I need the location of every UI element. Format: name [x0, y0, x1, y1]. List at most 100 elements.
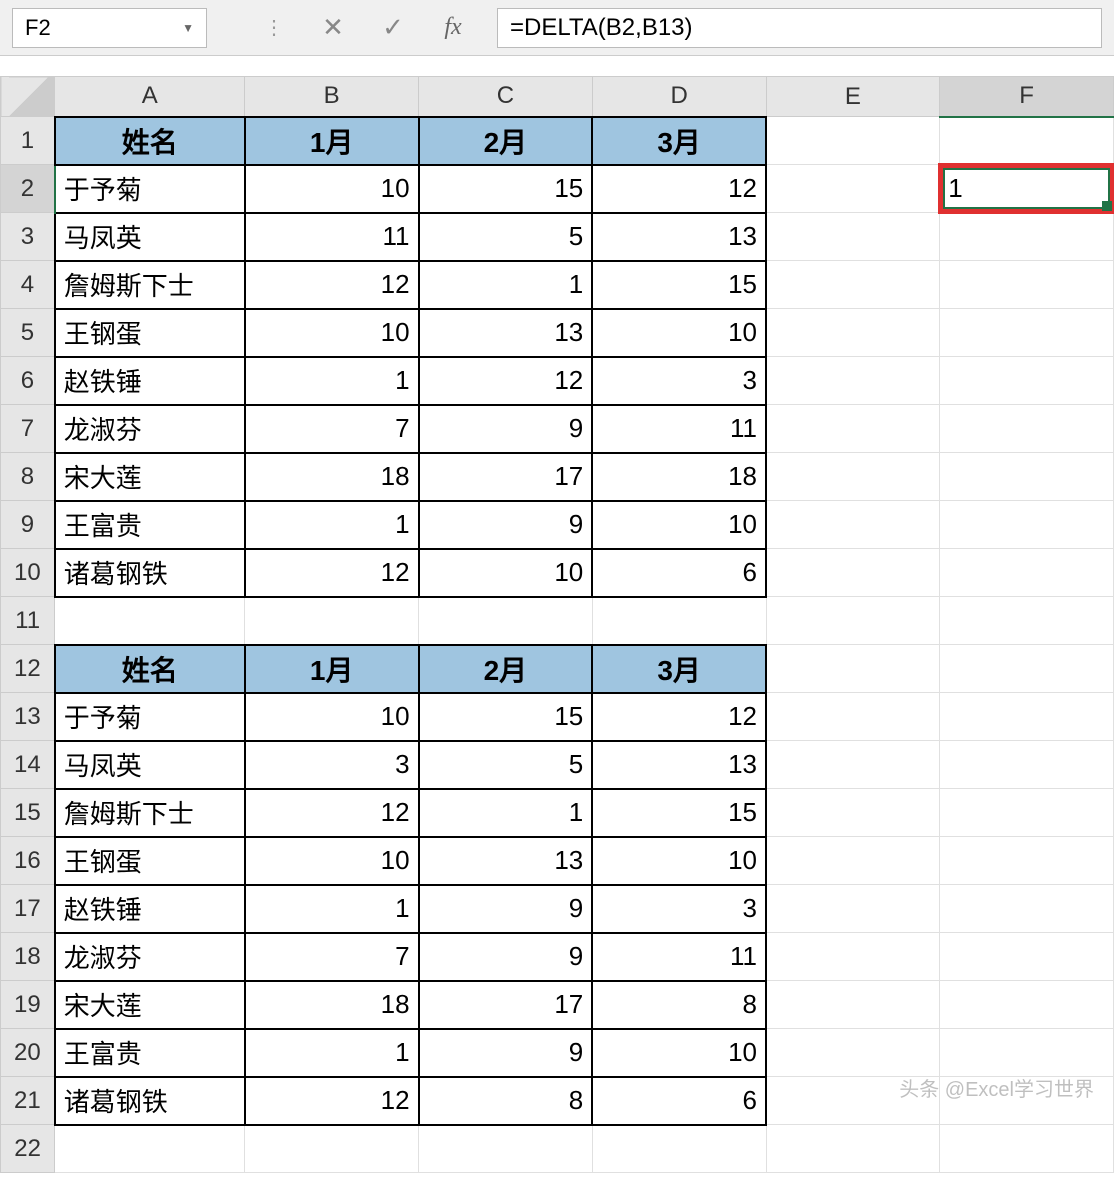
row-header-7[interactable]: 7 [1, 405, 55, 453]
cell-B5[interactable]: 10 [245, 309, 419, 357]
cell-E18[interactable] [766, 933, 940, 981]
options-icon[interactable]: ⋮ [243, 8, 303, 48]
cell-F16[interactable] [940, 837, 1114, 885]
cell-A17[interactable]: 赵铁锤 [55, 885, 245, 933]
cell-F2[interactable]: 1 [940, 165, 1114, 213]
cell-D12[interactable]: 3月 [592, 645, 766, 693]
cell-A9[interactable]: 王富贵 [55, 501, 245, 549]
row-header-19[interactable]: 19 [1, 981, 55, 1029]
cell-E5[interactable] [766, 309, 940, 357]
cell-C6[interactable]: 12 [419, 357, 593, 405]
cell-A2[interactable]: 于予菊 [55, 165, 245, 213]
cell-B10[interactable]: 12 [245, 549, 419, 597]
cell-B15[interactable]: 12 [245, 789, 419, 837]
cell-D7[interactable]: 11 [592, 405, 766, 453]
cell-C1[interactable]: 2月 [419, 117, 593, 165]
cell-A6[interactable]: 赵铁锤 [55, 357, 245, 405]
cell-D13[interactable]: 12 [592, 693, 766, 741]
cell-B17[interactable]: 1 [245, 885, 419, 933]
cell-B4[interactable]: 12 [245, 261, 419, 309]
cell-C7[interactable]: 9 [419, 405, 593, 453]
cell-B7[interactable]: 7 [245, 405, 419, 453]
cell-D15[interactable]: 15 [592, 789, 766, 837]
cell-E16[interactable] [766, 837, 940, 885]
formula-input[interactable]: =DELTA(B2,B13) [497, 8, 1102, 48]
row-header-4[interactable]: 4 [1, 261, 55, 309]
cell-F18[interactable] [940, 933, 1114, 981]
cell-B13[interactable]: 10 [245, 693, 419, 741]
cell-B3[interactable]: 11 [245, 213, 419, 261]
cell-F6[interactable] [940, 357, 1114, 405]
cell-D17[interactable]: 3 [592, 885, 766, 933]
cell-C15[interactable]: 1 [419, 789, 593, 837]
cell-D3[interactable]: 13 [592, 213, 766, 261]
cell-A20[interactable]: 王富贵 [55, 1029, 245, 1077]
row-header-18[interactable]: 18 [1, 933, 55, 981]
cell-C19[interactable]: 17 [419, 981, 593, 1029]
cell-D8[interactable]: 18 [592, 453, 766, 501]
cell-C12[interactable]: 2月 [419, 645, 593, 693]
cell-E4[interactable] [766, 261, 940, 309]
cell-A16[interactable]: 王钢蛋 [55, 837, 245, 885]
cell-E2[interactable] [766, 165, 940, 213]
cell-E17[interactable] [766, 885, 940, 933]
cell-D10[interactable]: 6 [592, 549, 766, 597]
row-header-8[interactable]: 8 [1, 453, 55, 501]
cell-B9[interactable]: 1 [245, 501, 419, 549]
name-box[interactable]: F2 ▼ [12, 8, 207, 48]
cell-F15[interactable] [940, 789, 1114, 837]
cell-F19[interactable] [940, 981, 1114, 1029]
cell-C17[interactable]: 9 [419, 885, 593, 933]
cell-A22[interactable] [55, 1125, 245, 1173]
cell-A10[interactable]: 诸葛钢铁 [55, 549, 245, 597]
row-header-6[interactable]: 6 [1, 357, 55, 405]
col-header-C[interactable]: C [419, 77, 593, 117]
row-header-17[interactable]: 17 [1, 885, 55, 933]
cell-D6[interactable]: 3 [592, 357, 766, 405]
cell-B1[interactable]: 1月 [245, 117, 419, 165]
cell-F9[interactable] [940, 501, 1114, 549]
cell-D19[interactable]: 8 [592, 981, 766, 1029]
cell-C16[interactable]: 13 [419, 837, 593, 885]
cell-E19[interactable] [766, 981, 940, 1029]
cell-F4[interactable] [940, 261, 1114, 309]
cell-A14[interactable]: 马凤英 [55, 741, 245, 789]
row-header-16[interactable]: 16 [1, 837, 55, 885]
cell-F5[interactable] [940, 309, 1114, 357]
cell-B22[interactable] [245, 1125, 419, 1173]
cell-C9[interactable]: 9 [419, 501, 593, 549]
chevron-down-icon[interactable]: ▼ [182, 21, 194, 35]
cell-C2[interactable]: 15 [419, 165, 593, 213]
cell-D1[interactable]: 3月 [592, 117, 766, 165]
cell-B8[interactable]: 18 [245, 453, 419, 501]
cell-E11[interactable] [766, 597, 940, 645]
cell-E12[interactable] [766, 645, 940, 693]
cell-A8[interactable]: 宋大莲 [55, 453, 245, 501]
cell-F3[interactable] [940, 213, 1114, 261]
cell-E15[interactable] [766, 789, 940, 837]
cell-E21[interactable] [766, 1077, 940, 1125]
cell-A21[interactable]: 诸葛钢铁 [55, 1077, 245, 1125]
cell-B20[interactable]: 1 [245, 1029, 419, 1077]
accept-icon[interactable]: ✓ [363, 8, 423, 48]
cell-C13[interactable]: 15 [419, 693, 593, 741]
row-header-5[interactable]: 5 [1, 309, 55, 357]
row-header-21[interactable]: 21 [1, 1077, 55, 1125]
cancel-icon[interactable]: ✕ [303, 8, 363, 48]
cell-E1[interactable] [766, 117, 940, 165]
cell-B14[interactable]: 3 [245, 741, 419, 789]
row-header-10[interactable]: 10 [1, 549, 55, 597]
fx-icon[interactable]: fx [423, 8, 483, 48]
cell-C18[interactable]: 9 [419, 933, 593, 981]
cell-C3[interactable]: 5 [419, 213, 593, 261]
cell-C22[interactable] [419, 1125, 593, 1173]
cell-A11[interactable] [55, 597, 245, 645]
cell-A12[interactable]: 姓名 [55, 645, 245, 693]
cell-F22[interactable] [940, 1125, 1114, 1173]
cell-F17[interactable] [940, 885, 1114, 933]
cell-E9[interactable] [766, 501, 940, 549]
cell-C4[interactable]: 1 [419, 261, 593, 309]
col-header-A[interactable]: A [55, 77, 245, 117]
cell-E3[interactable] [766, 213, 940, 261]
select-all-corner[interactable] [1, 77, 55, 117]
